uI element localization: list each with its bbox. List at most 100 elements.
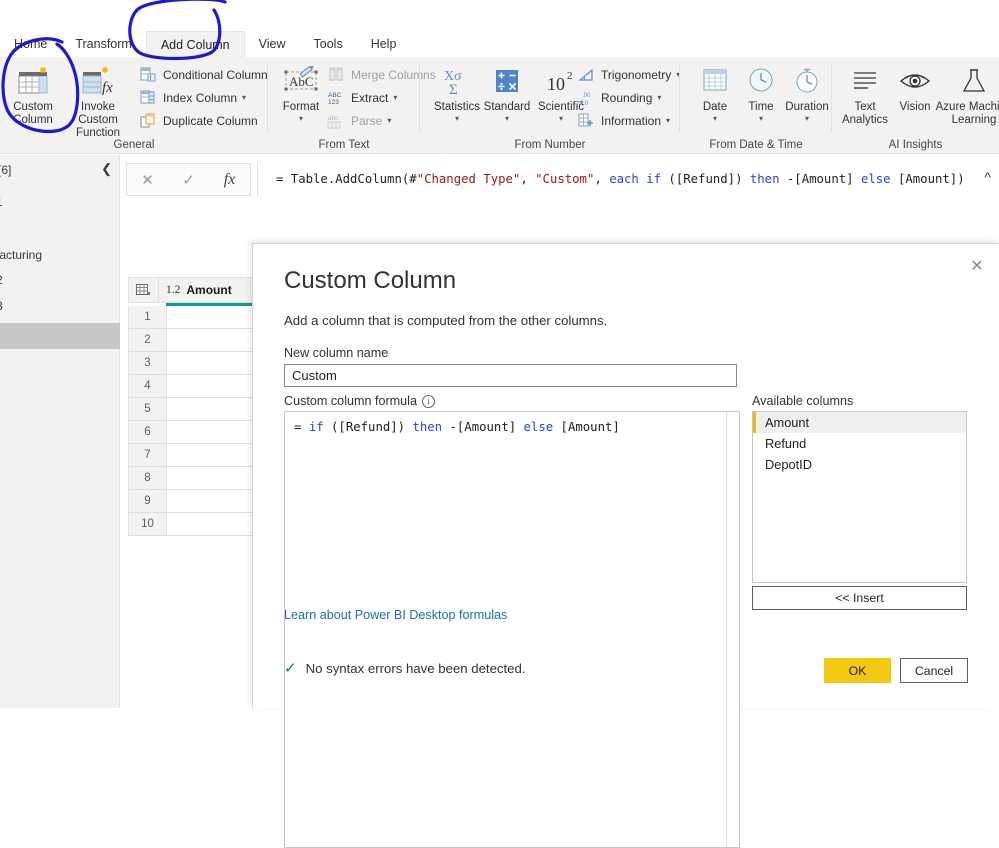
chevron-down-icon[interactable]: ▾ — [657, 93, 661, 102]
ribbon-group-from-date-time: Date ▾ Time ▾ Duration ▾ From Date & Tim… — [680, 57, 832, 154]
query-list-item[interactable]: - — [0, 213, 120, 234]
ribbon-tab-add-column[interactable]: Add Column — [145, 31, 245, 58]
row-number: 4 — [129, 375, 167, 397]
available-column-item[interactable]: DepotID — [753, 454, 966, 475]
available-column-item[interactable]: Amount — [753, 412, 966, 433]
index-column-icon — [138, 89, 158, 107]
fx-icon[interactable]: fx — [209, 164, 250, 195]
code-token: "Custom" — [535, 172, 595, 186]
accept-check-icon[interactable]: ✓ — [168, 164, 209, 195]
query-list-item-selected[interactable] — [0, 323, 120, 349]
standard-label: Standard — [483, 101, 531, 113]
query-list-item[interactable]: facturing — [0, 245, 120, 266]
custom-column-label-line1: Custom — [13, 101, 53, 113]
chevron-down-icon[interactable]: ▾ — [776, 114, 838, 123]
statistics-label: Statistics — [433, 101, 480, 113]
conditional-column-icon: f — [138, 66, 158, 84]
duplicate-column-icon — [138, 112, 158, 130]
azure-machine-learning-button[interactable]: Azure Machine Learning — [934, 61, 999, 127]
svg-text:.00: .00 — [582, 93, 591, 99]
queries-pane: [6] ❮ 1 - facturing 2 3 — [0, 155, 120, 708]
code-token: "Changed Type" — [416, 172, 521, 186]
duration-button[interactable]: Duration ▾ — [776, 61, 838, 123]
code-token: -[Amount] — [442, 420, 524, 434]
chevron-down-icon[interactable]: ▾ — [476, 114, 538, 123]
ribbon-group-general: Custom Column fx Invoke Custom Function … — [0, 57, 268, 154]
chevron-down-icon[interactable]: ▾ — [666, 116, 670, 125]
available-columns-list[interactable]: Amount Refund DepotID — [752, 411, 967, 583]
format-label: Format — [282, 101, 320, 113]
custom-column-formula-label-text: Custom column formula — [284, 394, 417, 408]
insert-button[interactable]: << Insert — [752, 586, 967, 610]
query-list-item[interactable]: 3 — [0, 296, 120, 317]
svg-text:123: 123 — [328, 99, 339, 106]
formula-editor-scrollbar[interactable] — [726, 412, 739, 847]
close-x-icon[interactable]: ✕ — [965, 254, 989, 278]
new-column-name-input[interactable] — [284, 364, 737, 387]
queries-count-label: [6] — [0, 163, 12, 177]
ok-button[interactable]: OK — [824, 658, 891, 683]
format-abc-icon: AbC — [270, 61, 332, 101]
chevron-down-icon[interactable]: ▾ — [270, 114, 332, 123]
information-button[interactable]: Information ▾ — [576, 109, 670, 132]
code-token: each — [609, 172, 639, 186]
ribbon-tab-help[interactable]: Help — [357, 31, 411, 58]
chevron-up-icon[interactable]: ^ — [984, 169, 991, 185]
extract-label: Extract — [351, 90, 389, 105]
learn-formulas-link[interactable]: Learn about Power BI Desktop formulas — [284, 608, 507, 622]
ribbon-group-ai-insights-label: AI Insights — [888, 139, 943, 151]
code-token: [Amount]) — [890, 172, 965, 186]
info-circle-icon[interactable]: i — [421, 395, 435, 408]
grid-column-header[interactable]: 1.2 Amount — [128, 277, 268, 303]
cancel-x-icon[interactable]: ✕ — [127, 164, 168, 195]
rounding-icon: .00 .0 — [576, 89, 596, 107]
information-label: Information — [601, 113, 662, 128]
code-token: [Amount] — [553, 420, 620, 434]
query-list-item[interactable]: 2 — [0, 270, 120, 291]
query-list-item[interactable]: 1 — [0, 192, 120, 213]
chevron-down-icon[interactable]: ▾ — [387, 116, 391, 125]
ribbon-tab-tools[interactable]: Tools — [300, 31, 357, 58]
trigonometry-icon — [576, 66, 596, 84]
svg-text:AbC: AbC — [289, 74, 314, 89]
conditional-column-button[interactable]: f Conditional Column — [138, 63, 268, 86]
code-token: , — [520, 172, 536, 186]
index-column-button[interactable]: Index Column ▾ — [138, 86, 246, 109]
ribbon-tab-transform[interactable]: Transform — [61, 31, 146, 58]
standard-operators-icon — [476, 61, 538, 101]
code-token: else — [860, 172, 891, 186]
rounding-button[interactable]: .00 .0 Rounding ▾ — [576, 86, 661, 109]
parse-icon: abc — [326, 112, 346, 130]
chevron-down-icon[interactable]: ▾ — [393, 93, 397, 102]
formula-bar-text[interactable]: = Table.AddColumn(#"Changed Type", "Cust… — [257, 163, 999, 196]
extract-button[interactable]: ABC 123 Extract ▾ — [326, 86, 397, 109]
available-columns-label: Available columns — [752, 394, 854, 408]
svg-text:2: 2 — [567, 70, 573, 82]
conditional-column-label: Conditional Column — [163, 67, 268, 82]
cancel-button[interactable]: Cancel — [900, 658, 968, 683]
formula-editor[interactable]: = if ([Refund]) then -[Amount] else [Amo… — [284, 411, 740, 848]
chevron-left-icon[interactable]: ❮ — [101, 161, 112, 177]
ribbon-tab-home[interactable]: Home — [0, 31, 61, 58]
trigonometry-button[interactable]: Trigonometry ▾ — [576, 63, 680, 86]
format-button[interactable]: AbC Format ▾ — [270, 61, 332, 123]
ribbon-tab-strip: Home Transform Add Column View Tools Hel… — [0, 0, 999, 58]
custom-column-button[interactable]: Custom Column — [2, 61, 64, 127]
parse-button[interactable]: abc Parse ▾ — [326, 109, 391, 132]
duplicate-column-button[interactable]: Duplicate Column — [138, 109, 258, 132]
invoke-custom-function-button[interactable]: fx Invoke Custom Function — [62, 61, 134, 140]
dialog-subtitle: Add a column that is computed from the o… — [284, 313, 608, 328]
ribbon-group-from-number: Χσ Σ Statistics ▾ Standard ▾ 10 2 Scient… — [420, 57, 680, 154]
custom-column-dialog: ✕ Custom Column Add a column that is com… — [252, 243, 999, 848]
formula-editor-text[interactable]: = if ([Refund]) then -[Amount] else [Amo… — [285, 412, 739, 442]
queries-pane-header: [6] ❮ — [0, 161, 120, 181]
chevron-down-icon[interactable]: ▾ — [242, 93, 246, 102]
table-selector-icon[interactable] — [129, 277, 159, 303]
available-column-item[interactable]: Refund — [753, 433, 966, 454]
ribbon-tab-view[interactable]: View — [245, 31, 300, 58]
svg-text:10: 10 — [547, 74, 565, 94]
rounding-label: Rounding — [601, 90, 653, 105]
standard-button[interactable]: Standard ▾ — [476, 61, 538, 123]
custom-column-label-line2: Column — [13, 114, 53, 126]
ribbon-group-from-text: AbC Format ▾ Merge Columns ABC 123 Extra… — [268, 57, 436, 154]
